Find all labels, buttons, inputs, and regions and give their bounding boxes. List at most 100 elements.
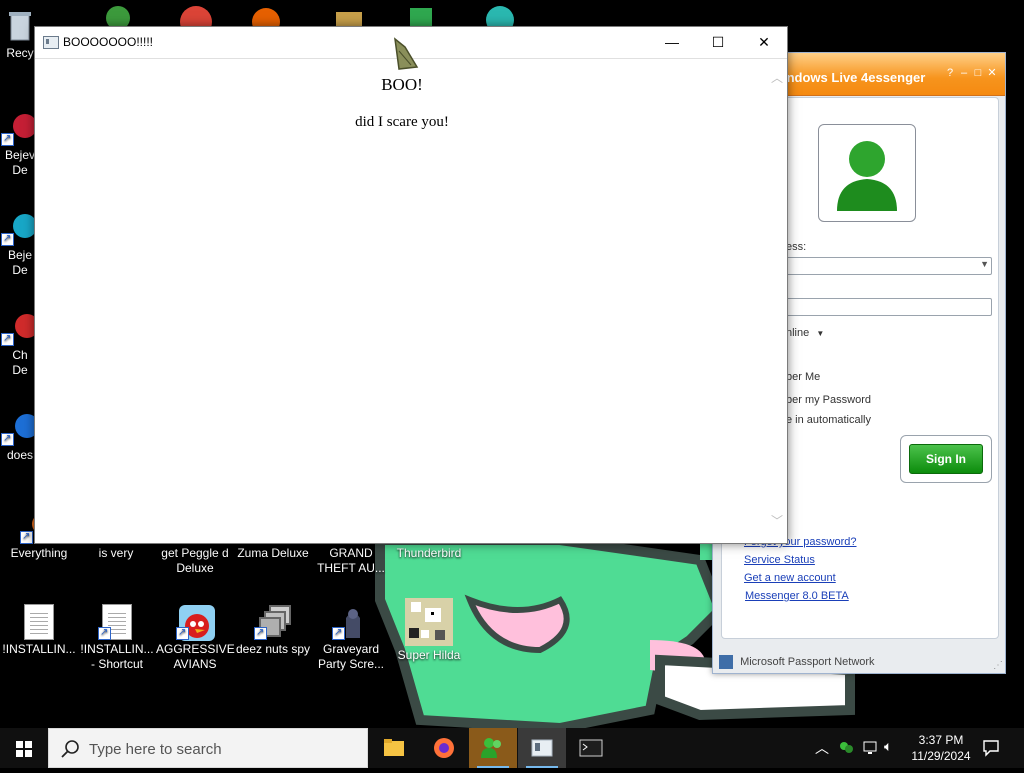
get-new-account-link[interactable]: Get a new account <box>744 572 836 584</box>
desktop-icon-label: !INSTALLIN... - Shortcut <box>80 642 154 671</box>
desktop-icon-deez-nuts-spy[interactable]: deez nuts spy <box>234 604 312 657</box>
desktop-icon-label: Zuma Deluxe <box>237 546 309 560</box>
shortcut-arrow-icon <box>1 231 14 246</box>
dropdown-arrow-icon[interactable]: ▼ <box>980 259 989 269</box>
search-placeholder: Type here to search <box>89 741 222 758</box>
search-icon <box>61 740 79 758</box>
shortcut-arrow-icon <box>1 431 14 446</box>
taskbar: Type here to search ︿ 🔈︎ 3:37 PM 11/29/2… <box>0 728 1024 768</box>
taskbar-search-box[interactable]: Type here to search <box>48 728 368 768</box>
window-app-icon <box>43 36 59 49</box>
shortcut-arrow-icon <box>1 331 14 346</box>
desktop-icon-label: Graveyard Party Scre... <box>317 642 385 671</box>
desktop-icon-label: Thunderbird <box>396 546 462 560</box>
messenger-help-icon[interactable]: ? <box>943 67 957 79</box>
pixel-art-icon <box>405 598 453 646</box>
clock[interactable]: 3:37 PM 11/29/2024 <box>906 732 976 764</box>
shortcut-arrow-icon <box>332 625 345 640</box>
password-input[interactable] <box>786 298 992 316</box>
remember-me-checkbox-label[interactable]: ber Me <box>786 371 820 383</box>
shortcut-arrow-icon <box>98 625 111 640</box>
console-icon <box>579 739 603 757</box>
bejeweled-icon <box>1 110 37 146</box>
desktop-icon-label: AGGRESSIVE AVIANS <box>156 642 235 671</box>
angry-bird-icon <box>176 604 215 641</box>
status-value: nline <box>786 327 810 339</box>
sign-in-frame: Sign In <box>900 435 992 483</box>
sign-in-button[interactable]: Sign In <box>909 444 983 474</box>
desktop-icon-label: GRAND THEFT AU... <box>317 546 385 575</box>
windows-logo-icon <box>16 741 32 757</box>
boo-heading: BOO! <box>381 75 423 94</box>
desktop-icon-label: Everything <box>10 546 68 560</box>
messenger-beta-link[interactable]: Messenger 8.0 BETA <box>745 590 849 602</box>
window-app-icon <box>531 739 553 757</box>
recycle-bin-icon <box>3 8 37 42</box>
desktop-icon-aggressive-avians[interactable]: AGGRESSIVE AVIANS <box>156 604 235 672</box>
messenger-maximize-button[interactable]: □ <box>971 67 985 79</box>
boo-window[interactable]: BOOOOOOO!!!!! — ☐ ✕ BOO! did I scare you… <box>34 26 788 544</box>
text-document-icon <box>22 604 56 640</box>
clock-date: 11/29/2024 <box>911 749 971 763</box>
clock-time: 3:37 PM <box>918 733 964 747</box>
taskbar-firefox[interactable] <box>420 728 468 768</box>
messenger-footer: Microsoft Passport Network <box>719 655 875 669</box>
volume-icon[interactable]: 🔈︎ <box>884 738 892 755</box>
desktop-icon-super-hilda[interactable]: Super Hilda <box>390 598 468 663</box>
taskbar-boo-window[interactable] <box>518 728 566 768</box>
windows-stack-icon <box>254 604 291 640</box>
desktop-icon-installing-1[interactable]: !INSTALLIN... <box>0 604 78 657</box>
chevron-down-icon: ▼ <box>816 329 825 338</box>
taskbar-file-explorer[interactable] <box>370 728 418 768</box>
resize-grip-icon[interactable]: ⋰ <box>993 660 1003 671</box>
desktop-icon-label: get Peggle d Deluxe <box>161 546 229 575</box>
taskbar-terminal[interactable] <box>567 728 615 768</box>
email-label: ess: <box>786 241 807 253</box>
messenger-avatar[interactable] <box>818 124 916 222</box>
notifications-icon[interactable] <box>982 739 1000 757</box>
boo-page-content: BOO! did I scare you! <box>35 59 769 543</box>
messenger-window-controls: ? – □ ✕ <box>943 66 999 79</box>
sign-in-automatically-checkbox-label[interactable]: e in automatically <box>786 414 871 426</box>
start-button[interactable] <box>0 728 48 768</box>
desktop-icon-label: Super Hilda <box>397 648 461 662</box>
boo-window-title: BOOOOOOO!!!!! <box>63 35 154 49</box>
text-document-icon <box>98 604 134 640</box>
desktop-icon-graveyard[interactable]: Graveyard Party Scre... <box>312 604 390 672</box>
email-input[interactable]: ▼ <box>786 257 992 275</box>
minimize-button[interactable]: — <box>649 27 695 58</box>
scroll-up-arrow-icon[interactable]: ︿ <box>771 69 783 86</box>
maximize-button[interactable]: ☐ <box>695 27 741 58</box>
shortcut-arrow-icon <box>254 625 267 640</box>
shortcut-arrow-icon <box>1 131 14 146</box>
chuzzle-icon <box>1 310 39 346</box>
passport-icon <box>719 655 733 669</box>
folder-icon <box>384 739 404 756</box>
tray-overflow-chevron-icon[interactable]: ︿ <box>815 738 829 758</box>
shortcut-arrow-icon <box>20 529 33 544</box>
network-icon[interactable] <box>862 740 880 756</box>
messenger-buddies-icon <box>481 738 501 758</box>
desktop-icon-label: deez nuts spy <box>235 642 311 656</box>
bejeweled-icon <box>1 210 37 246</box>
desktop-icon-label: is very <box>98 546 134 560</box>
close-button[interactable]: ✕ <box>741 27 787 58</box>
status-select[interactable]: nline ▼ <box>786 327 824 339</box>
firefox-icon <box>434 738 454 758</box>
boo-message: did I scare you! <box>355 114 449 130</box>
messenger-close-button[interactable]: ✕ <box>985 66 999 79</box>
globe-icon <box>1 410 39 446</box>
service-status-link[interactable]: Service Status <box>744 554 815 566</box>
messenger-title: indows Live 4essenger <box>783 70 926 85</box>
messenger-minimize-button[interactable]: – <box>957 67 971 79</box>
remember-password-checkbox-label[interactable]: ber my Password <box>786 394 871 406</box>
desktop-icon-label: !INSTALLIN... <box>2 642 76 656</box>
taskbar-messenger[interactable] <box>469 728 517 768</box>
buddy-icon <box>837 141 897 211</box>
shortcut-arrow-icon <box>176 625 189 640</box>
scroll-down-arrow-icon[interactable]: ﹀ <box>771 512 783 529</box>
tray-messenger-icon[interactable] <box>838 740 854 756</box>
graveyard-icon <box>332 604 368 640</box>
desktop-icon-installing-2[interactable]: !INSTALLIN... - Shortcut <box>78 604 156 672</box>
passport-network-label: Microsoft Passport Network <box>740 655 875 668</box>
